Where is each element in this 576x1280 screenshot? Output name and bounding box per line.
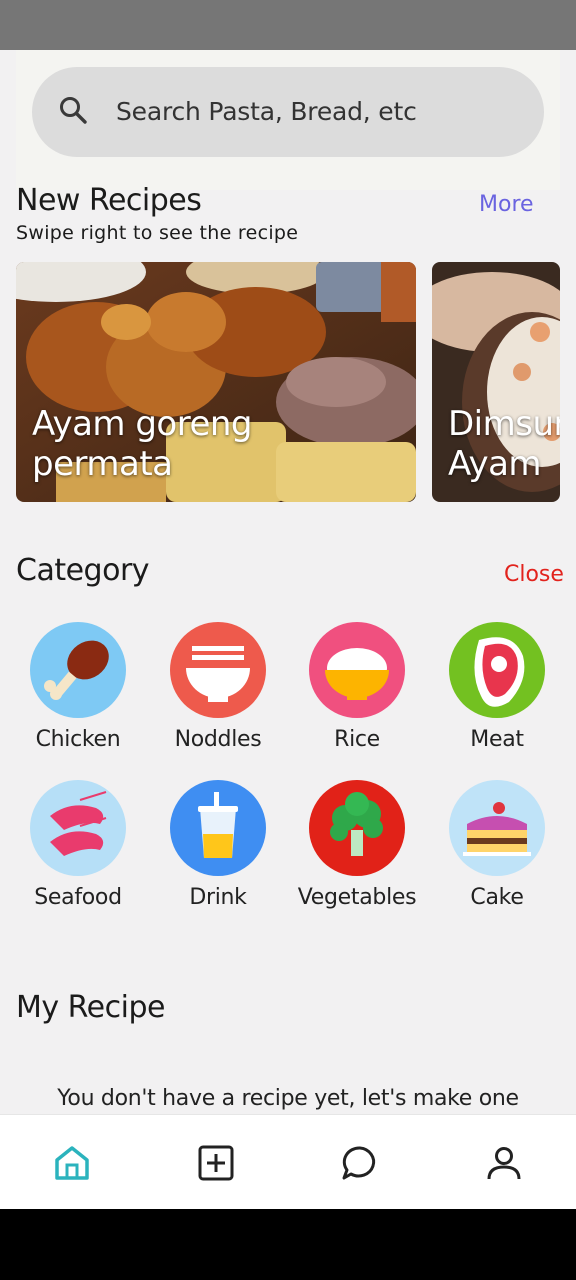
recipe-card[interactable]: Dimsum Ayam [432,262,560,502]
category-rice[interactable]: Rice [292,622,422,752]
empty-recipe-message: You don't have a recipe yet, let's make … [57,1086,519,1111]
close-link[interactable]: Close [504,562,564,587]
recipe-card[interactable]: Ayam goreng permata [16,262,416,502]
noodle-bowl-icon [170,622,266,718]
category-label: Vegetables [297,885,417,910]
category-meat[interactable]: Meat [432,622,562,752]
bottom-navigation [0,1114,576,1209]
recipe-card-title: Ayam goreng permata [32,404,253,484]
drink-cup-icon [170,780,266,876]
steak-icon [449,622,545,718]
search-input[interactable]: Search Pasta, Bread, etc [32,67,544,157]
my-recipe-title: My Recipe [16,990,165,1025]
category-label: Meat [470,727,524,752]
category-title: Category [16,553,150,588]
search-icon [60,97,87,124]
new-recipes-title: New Recipes [16,183,202,218]
search-area: Search Pasta, Bread, etc [16,50,560,190]
recipe-card-title: Dimsum Ayam [448,404,560,484]
rice-bowl-icon [309,622,405,718]
new-recipes-subtitle: Swipe right to see the recipe [16,222,299,244]
category-drink[interactable]: Drink [153,780,283,910]
chicken-leg-icon [30,622,126,718]
category-chicken[interactable]: Chicken [13,622,143,752]
chat-bubble-icon[interactable] [340,1143,380,1183]
category-label: Chicken [35,727,121,752]
category-label: Rice [334,727,380,752]
status-bar [0,0,576,50]
cake-icon [449,780,545,876]
category-seafood[interactable]: Seafood [13,780,143,910]
category-cake[interactable]: Cake [432,780,562,910]
broccoli-icon [309,780,405,876]
person-icon[interactable] [484,1143,524,1183]
home-icon[interactable] [52,1143,92,1183]
add-square-icon[interactable] [196,1143,236,1183]
more-link[interactable]: More [479,192,534,217]
category-label: Seafood [34,885,122,910]
category-noddles[interactable]: Noddles [153,622,283,752]
system-navigation-bar [0,1209,576,1280]
category-label: Drink [189,885,247,910]
category-label: Cake [470,885,524,910]
search-placeholder: Search Pasta, Bread, etc [116,97,417,126]
shrimp-icon [30,780,126,876]
category-vegetables[interactable]: Vegetables [292,780,422,910]
category-label: Noddles [174,727,262,752]
